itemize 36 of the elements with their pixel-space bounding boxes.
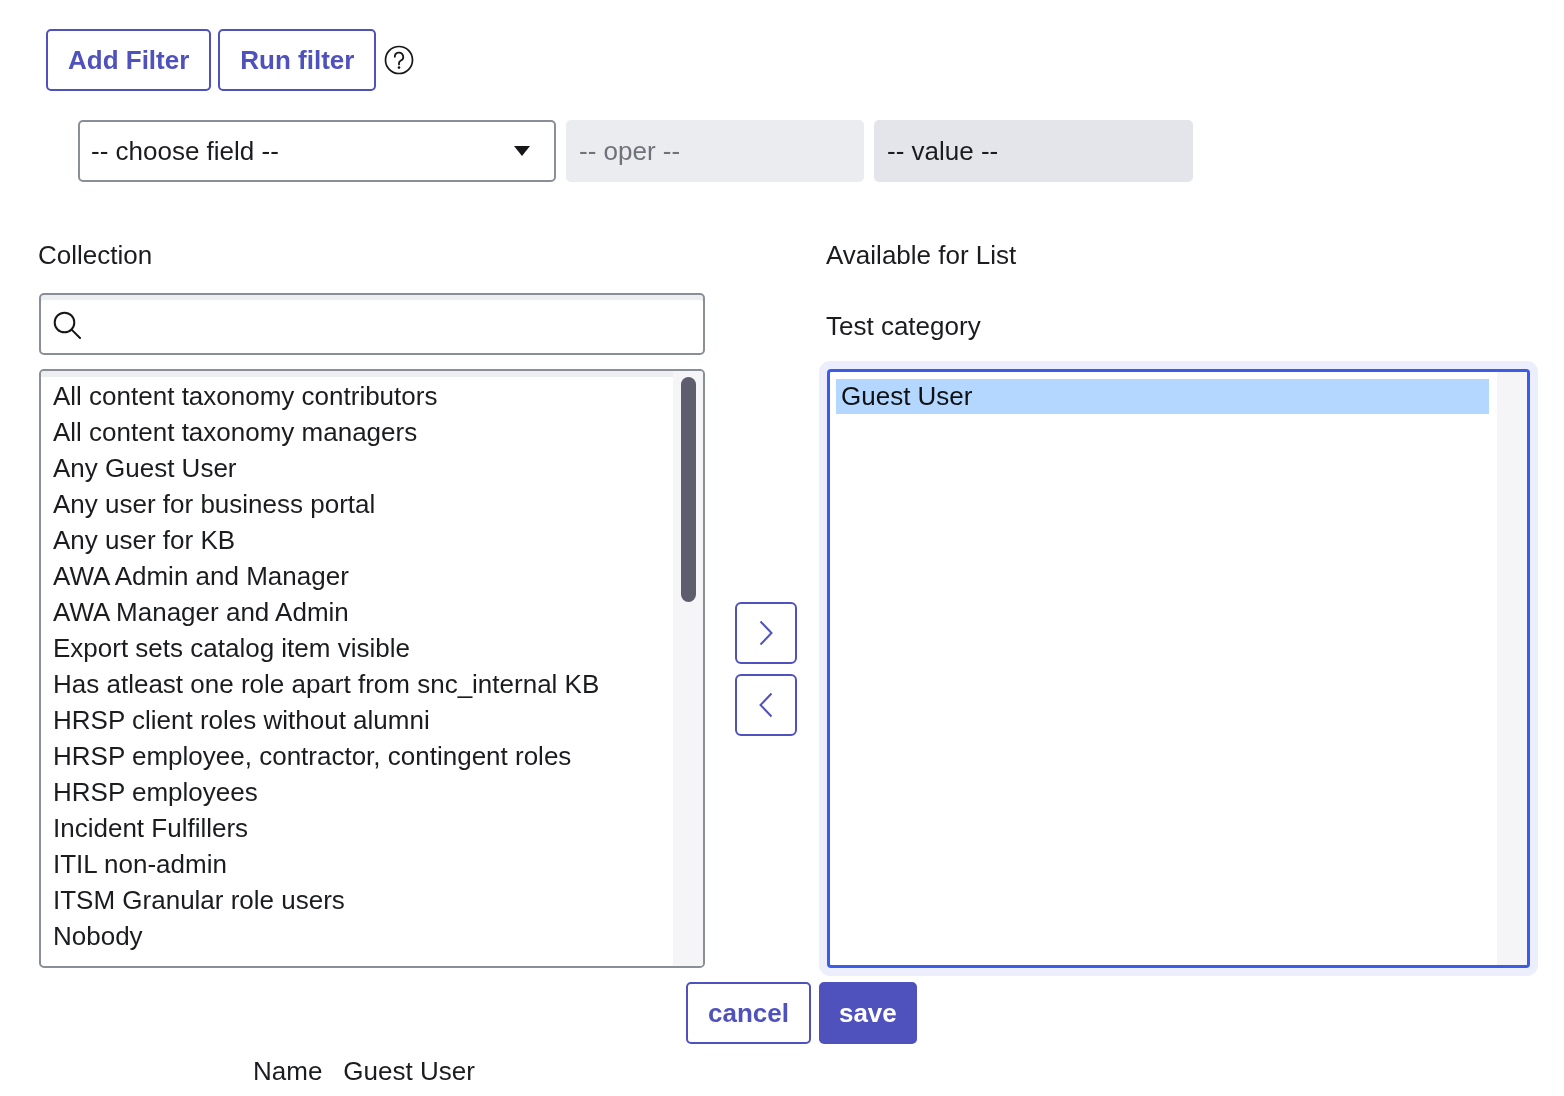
field-label: Name [253, 1055, 323, 1087]
list-item[interactable]: AWA Manager and Admin [53, 594, 673, 630]
section-label: Available for List [826, 239, 1017, 271]
list-item[interactable]: ITIL non-admin [53, 846, 673, 882]
list-item[interactable]: ITSM Granular role users [53, 882, 673, 918]
list-item[interactable]: HRSP client roles without alumni [53, 702, 673, 738]
section-label: Collection [38, 239, 153, 271]
list-item[interactable]: All content taxonomy managers [53, 414, 673, 450]
list-item[interactable]: Any user for business portal [53, 486, 673, 522]
save-button[interactable]: save [818, 982, 917, 1044]
scrollbar-thumb[interactable] [681, 377, 696, 602]
list-item[interactable]: Has atleast one role apart from snc_internal KB [53, 666, 673, 702]
caret-icon [514, 146, 530, 156]
list-item[interactable]: Guest User [836, 379, 1489, 414]
filter-button[interactable]: Run filter [218, 29, 377, 91]
cancel-button[interactable]: cancel [686, 982, 811, 1044]
list-item[interactable]: All content taxonomy contributors [53, 378, 673, 414]
dropdown[interactable]: -- choose field -- [78, 120, 556, 182]
list-item[interactable]: Export sets catalog item visible [53, 630, 673, 666]
search-icon [53, 311, 81, 339]
list-item[interactable]: Nobody [53, 918, 673, 954]
list-item[interactable]: HRSP employee, contractor, contingent roles [53, 738, 673, 774]
help-icon [384, 45, 415, 75]
list-item[interactable]: Any user for KB [53, 522, 673, 558]
list-item[interactable]: HRSP employees [53, 774, 673, 810]
list-item[interactable]: Any Guest User [53, 450, 673, 486]
chevron-right-icon [759, 619, 773, 646]
list-item[interactable]: AWA Admin and Manager [53, 558, 673, 594]
chevron-left-icon [759, 691, 773, 718]
move-left-button[interactable] [735, 673, 797, 736]
category-label: Test category [826, 310, 981, 342]
filter-button[interactable]: Add Filter [46, 29, 212, 91]
move-right-button[interactable] [735, 601, 797, 664]
list-item[interactable]: Incident Fulfillers [53, 810, 673, 846]
field-value: Guest User [343, 1055, 475, 1087]
search-field[interactable] [39, 293, 705, 355]
